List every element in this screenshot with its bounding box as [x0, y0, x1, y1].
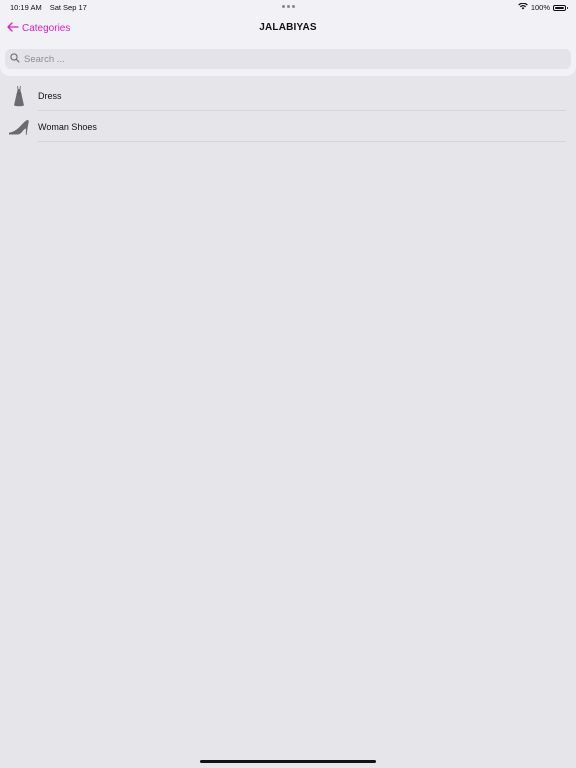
- divider: [38, 141, 566, 142]
- dot: [287, 5, 290, 8]
- high-heel-shoe-icon: [8, 116, 30, 138]
- screen: 10:19 AM Sat Sep 17 100% Categories JALA…: [0, 0, 576, 768]
- status-left: 10:19 AM Sat Sep 17: [10, 3, 87, 12]
- status-right: 100%: [518, 2, 568, 12]
- list-item-woman-shoes[interactable]: Woman Shoes: [0, 111, 576, 142]
- home-indicator[interactable]: [200, 760, 376, 763]
- status-date: Sat Sep 17: [49, 3, 87, 12]
- wifi-icon: [518, 2, 528, 12]
- dot: [282, 5, 285, 8]
- category-list: Dress Woman Shoes: [0, 80, 576, 142]
- list-item-label: Woman Shoes: [38, 121, 97, 132]
- status-bar: 10:19 AM Sat Sep 17 100%: [0, 0, 576, 14]
- list-item-dress[interactable]: Dress: [0, 80, 576, 111]
- battery-percentage: 100%: [530, 3, 550, 12]
- dress-icon: [8, 85, 30, 107]
- list-item-label: Dress: [38, 90, 62, 101]
- search-input[interactable]: [24, 53, 544, 65]
- search-icon: [10, 50, 20, 68]
- battery-icon: [553, 4, 568, 11]
- multitasking-dots[interactable]: [282, 5, 295, 8]
- dot: [292, 5, 295, 8]
- search-bar[interactable]: [5, 49, 571, 69]
- status-time: 10:19 AM: [10, 3, 42, 12]
- page-title: JALABIYAS: [259, 22, 317, 33]
